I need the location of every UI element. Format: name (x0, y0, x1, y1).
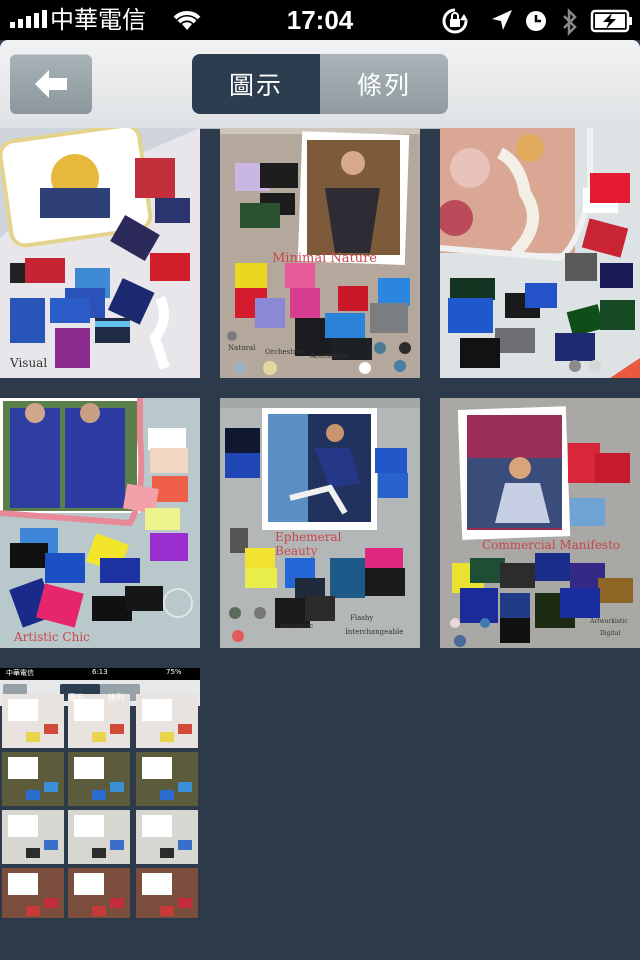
alarm-clock-icon (524, 8, 548, 38)
mini-swatch (44, 724, 58, 734)
mini-segment-icon-view: 圖示 (68, 693, 84, 702)
mini-photo (142, 699, 172, 721)
mini-swatch (92, 790, 106, 800)
nav-bar: 圖示 條列 (0, 40, 640, 129)
mini-swatch (44, 898, 58, 908)
mini-photo (74, 815, 104, 837)
tab-icon-view[interactable]: 圖示 (192, 54, 320, 114)
mini-time: 6:13 (92, 668, 108, 676)
mini-swatch (8, 840, 22, 850)
mini-swatch (178, 898, 192, 908)
board-thumbnail-5[interactable]: Ephemeral Beauty Aesthetic Flashy Interc… (220, 398, 420, 648)
mini-photo (8, 815, 38, 837)
mini-swatch (8, 782, 22, 792)
board-subtitle-2a: Natural (228, 344, 256, 352)
board-thumbnail-4[interactable]: Artistic Chic (0, 398, 200, 648)
rotation-lock-icon (440, 8, 470, 38)
mini-carrier: 中華電信 (6, 669, 34, 677)
mini-swatch (160, 790, 174, 800)
mini-swatch (142, 724, 156, 734)
mini-photo (74, 873, 104, 895)
mini-photo (142, 757, 172, 779)
mini-swatch (142, 898, 156, 908)
mini-swatch (178, 840, 192, 850)
mini-swatch (74, 840, 88, 850)
board-label-4: Artistic Chic (14, 630, 90, 644)
mini-swatch (26, 906, 40, 916)
board-thumbnail-2[interactable]: Minimal Nature Natural Orchestral Access… (220, 128, 420, 378)
battery-charging-icon (590, 9, 634, 37)
board-label-6: Commercial Manifesto (482, 538, 621, 552)
mini-swatch (74, 724, 88, 734)
app-screenshot-thumbnail[interactable]: 圖示 條列 中華電信 6:13 75% (0, 668, 200, 918)
mini-swatch (44, 840, 58, 850)
location-arrow-icon (490, 8, 514, 38)
board-subtitle-6b: Digital (600, 630, 621, 637)
board-label-1: Visual (10, 356, 48, 370)
status-bar: 中華電信 17:04 (0, 0, 640, 40)
mini-photo (8, 699, 38, 721)
board-subtitle-2c: Accessible (310, 352, 348, 360)
app-screen: 中華電信 17:04 圖示 條列 Visual Minimal Nature N… (0, 0, 640, 960)
mini-swatch (178, 782, 192, 792)
left-arrow-icon (35, 70, 67, 98)
mini-segment-list-view: 條列 (108, 693, 124, 702)
mini-battery: 75% (166, 668, 182, 676)
tab-list-view[interactable]: 條列 (320, 54, 448, 114)
mini-swatch (74, 898, 88, 908)
mini-swatch (110, 724, 124, 734)
board-subtitle-5c: Interchangeable (345, 628, 404, 636)
mini-photo (142, 873, 172, 895)
mini-swatch (26, 732, 40, 742)
board-thumbnail-3[interactable] (440, 128, 640, 378)
mini-swatch (110, 898, 124, 908)
mini-photo (8, 757, 38, 779)
mini-swatch (110, 840, 124, 850)
board-subtitle-2b: Orchestral (265, 348, 303, 356)
board-label-5: Ephemeral Beauty (275, 530, 342, 558)
board-subtitle-5b: Flashy (350, 614, 374, 622)
mini-photo (8, 873, 38, 895)
mini-swatch (110, 782, 124, 792)
mini-swatch (178, 724, 192, 734)
mini-swatch (92, 848, 106, 858)
mini-swatch (160, 906, 174, 916)
board-thumbnail-1[interactable]: Visual (0, 128, 200, 378)
mini-swatch (92, 906, 106, 916)
mini-swatch (74, 782, 88, 792)
mini-swatch (26, 848, 40, 858)
mini-swatch (142, 840, 156, 850)
mini-swatch (142, 782, 156, 792)
mini-swatch (160, 732, 174, 742)
bluetooth-icon (560, 7, 580, 40)
back-button[interactable] (10, 54, 92, 114)
mini-photo (74, 757, 104, 779)
board-thumbnail-6[interactable]: Commercial Manifesto Artworkistic Digita… (440, 398, 640, 648)
mini-swatch (44, 782, 58, 792)
mini-swatch (8, 898, 22, 908)
board-subtitle-6a: Artworkistic (590, 618, 628, 625)
thumbnail-grid: Visual Minimal Nature Natural Orchestral… (0, 128, 640, 960)
mini-swatch (92, 732, 106, 742)
board-subtitle-5a: Aesthetic (280, 622, 314, 630)
mini-photo (142, 815, 172, 837)
board-label-2: Minimal Nature (272, 251, 377, 266)
mini-swatch (26, 790, 40, 800)
view-mode-segmented-control: 圖示 條列 (192, 54, 448, 114)
mini-swatch (160, 848, 174, 858)
mini-swatch (8, 724, 22, 734)
